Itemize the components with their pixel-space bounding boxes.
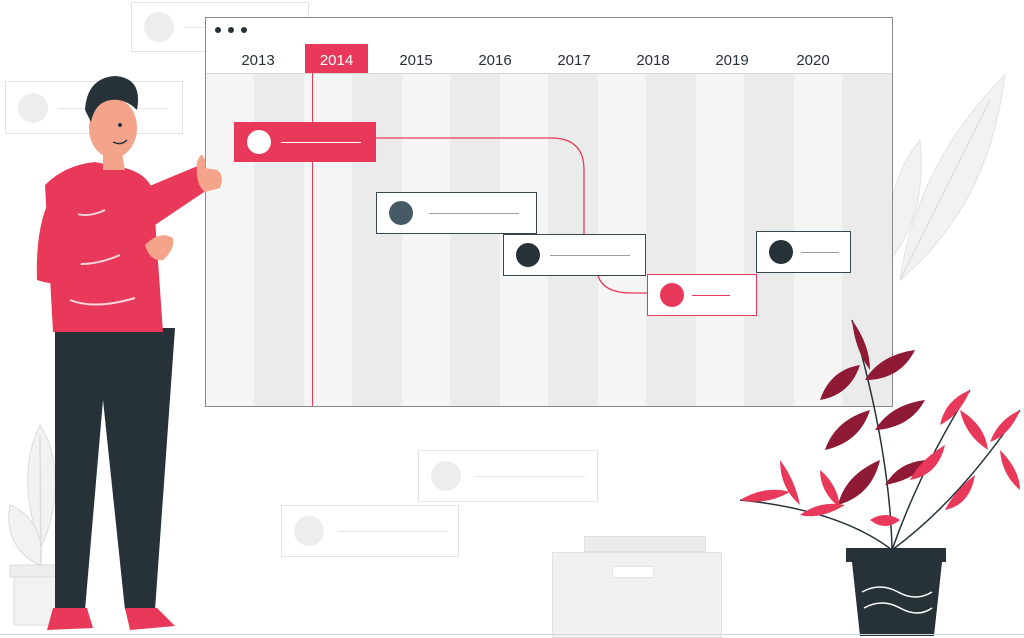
user-avatar-icon — [247, 130, 271, 154]
task-card-2014[interactable] — [234, 122, 376, 162]
ghost-card-bottom-1 — [418, 450, 598, 502]
user-avatar-icon — [516, 243, 540, 267]
user-avatar-icon — [769, 240, 793, 264]
person-illustration — [36, 76, 222, 630]
potted-plant — [739, 319, 1021, 636]
background-box — [552, 536, 722, 638]
floor-line — [0, 634, 1024, 635]
background-leaf-decoration — [888, 73, 1006, 282]
user-avatar-icon — [660, 283, 684, 307]
task-card-2016[interactable] — [376, 192, 537, 234]
task-card-2019[interactable] — [756, 231, 851, 273]
user-avatar-icon — [389, 201, 413, 225]
user-avatar-icon — [294, 516, 324, 546]
task-card-2017[interactable] — [503, 234, 646, 276]
user-avatar-icon — [144, 12, 174, 42]
user-avatar-icon — [431, 461, 461, 491]
ghost-card-bottom-2 — [281, 505, 459, 557]
